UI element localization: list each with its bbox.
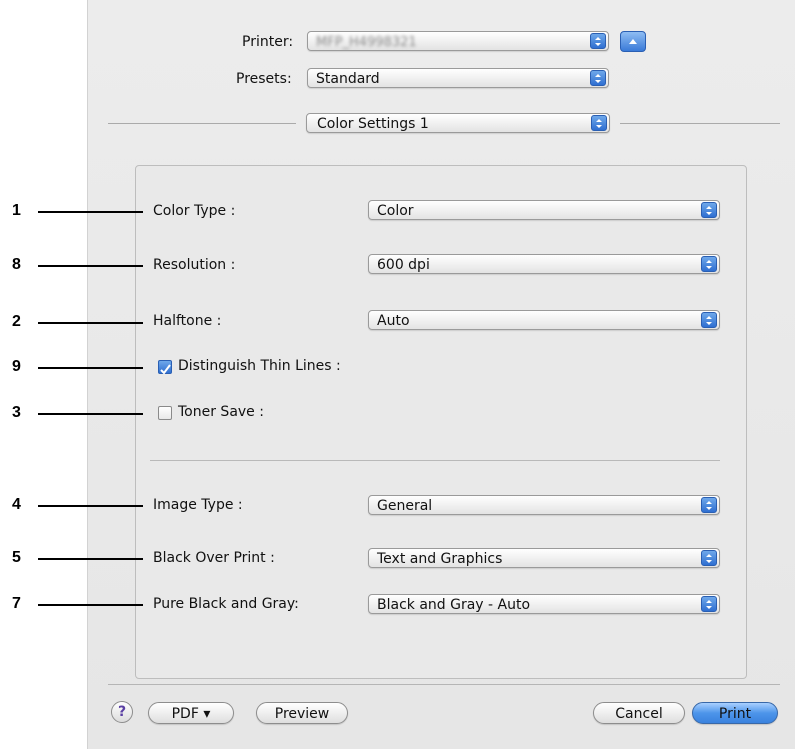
panel-separator-left bbox=[108, 123, 296, 124]
panel-popup[interactable]: Color Settings 1 bbox=[306, 113, 610, 133]
popup-arrows-icon bbox=[701, 596, 717, 612]
popup-arrows-icon bbox=[701, 312, 717, 328]
black-over-print-label: Black Over Print : bbox=[153, 550, 275, 566]
black-over-print-popup[interactable]: Text and Graphics bbox=[368, 548, 720, 568]
popup-arrows-icon bbox=[591, 115, 607, 131]
image-type-label: Image Type : bbox=[153, 497, 243, 513]
distinguish-thin-lines-checkbox[interactable] bbox=[158, 360, 172, 375]
panel-separator-right bbox=[620, 123, 780, 124]
callout-5: 5 bbox=[12, 549, 21, 566]
black-over-print-value: Text and Graphics bbox=[377, 551, 503, 567]
group-divider bbox=[150, 460, 720, 461]
presets-label: Presets: bbox=[236, 71, 292, 87]
image-type-popup[interactable]: General bbox=[368, 495, 720, 515]
help-button[interactable]: ? bbox=[111, 701, 133, 723]
disclosure-up-icon bbox=[629, 39, 637, 44]
halftone-value: Auto bbox=[377, 313, 410, 329]
callout-line-4 bbox=[38, 505, 143, 507]
color-type-popup[interactable]: Color bbox=[368, 200, 720, 220]
footer-separator bbox=[108, 684, 780, 685]
callout-3: 3 bbox=[12, 404, 21, 421]
distinguish-thin-lines-label: Distinguish Thin Lines : bbox=[178, 358, 341, 374]
pure-black-gray-popup[interactable]: Black and Gray - Auto bbox=[368, 594, 720, 614]
presets-popup[interactable]: Standard bbox=[307, 68, 609, 88]
popup-arrows-icon bbox=[701, 497, 717, 513]
toner-save-checkbox[interactable] bbox=[158, 406, 172, 420]
callout-4: 4 bbox=[12, 496, 21, 513]
resolution-value: 600 dpi bbox=[377, 257, 430, 273]
popup-arrows-icon bbox=[590, 70, 606, 86]
callout-line-3 bbox=[38, 413, 143, 415]
callout-9: 9 bbox=[12, 358, 21, 375]
cancel-button-label: Cancel bbox=[615, 706, 663, 722]
pure-black-gray-value: Black and Gray - Auto bbox=[377, 597, 531, 613]
resolution-label: Resolution : bbox=[153, 257, 236, 273]
popup-arrows-icon bbox=[590, 33, 606, 49]
callout-line-7 bbox=[38, 604, 143, 606]
callout-8: 8 bbox=[12, 256, 21, 273]
cancel-button[interactable]: Cancel bbox=[593, 702, 685, 724]
panel-value: Color Settings 1 bbox=[317, 116, 429, 132]
preview-button-label: Preview bbox=[274, 706, 330, 722]
printer-popup[interactable]: MFP_H4998321 bbox=[307, 31, 609, 51]
callout-2: 2 bbox=[12, 313, 21, 330]
presets-value: Standard bbox=[316, 71, 380, 87]
halftone-popup[interactable]: Auto bbox=[368, 310, 720, 330]
printer-value: MFP_H4998321 bbox=[316, 35, 417, 50]
callout-line-2 bbox=[38, 322, 143, 324]
pdf-menu-button[interactable]: PDF ▾ bbox=[148, 702, 234, 724]
print-button[interactable]: Print bbox=[692, 702, 778, 724]
halftone-label: Halftone : bbox=[153, 313, 222, 329]
callout-line-5 bbox=[38, 558, 143, 560]
color-type-label: Color Type : bbox=[153, 203, 236, 219]
collapse-details-button[interactable] bbox=[620, 31, 646, 52]
color-type-value: Color bbox=[377, 203, 414, 219]
callout-1: 1 bbox=[12, 202, 21, 219]
popup-arrows-icon bbox=[701, 202, 717, 218]
image-type-value: General bbox=[377, 498, 433, 514]
callout-line-9 bbox=[38, 367, 143, 369]
toner-save-label: Toner Save : bbox=[178, 404, 264, 420]
print-button-label: Print bbox=[718, 706, 752, 722]
preview-button[interactable]: Preview bbox=[256, 702, 348, 724]
popup-arrows-icon bbox=[701, 256, 717, 272]
popup-arrows-icon bbox=[701, 550, 717, 566]
pure-black-gray-label: Pure Black and Gray: bbox=[153, 596, 299, 612]
callout-7: 7 bbox=[12, 595, 21, 612]
resolution-popup[interactable]: 600 dpi bbox=[368, 254, 720, 274]
callout-line-1 bbox=[38, 211, 143, 213]
checkmark-icon bbox=[160, 364, 171, 375]
help-icon: ? bbox=[117, 704, 127, 720]
callout-line-8 bbox=[38, 265, 143, 267]
pdf-button-label: PDF ▾ bbox=[171, 706, 211, 722]
printer-label: Printer: bbox=[242, 34, 294, 50]
